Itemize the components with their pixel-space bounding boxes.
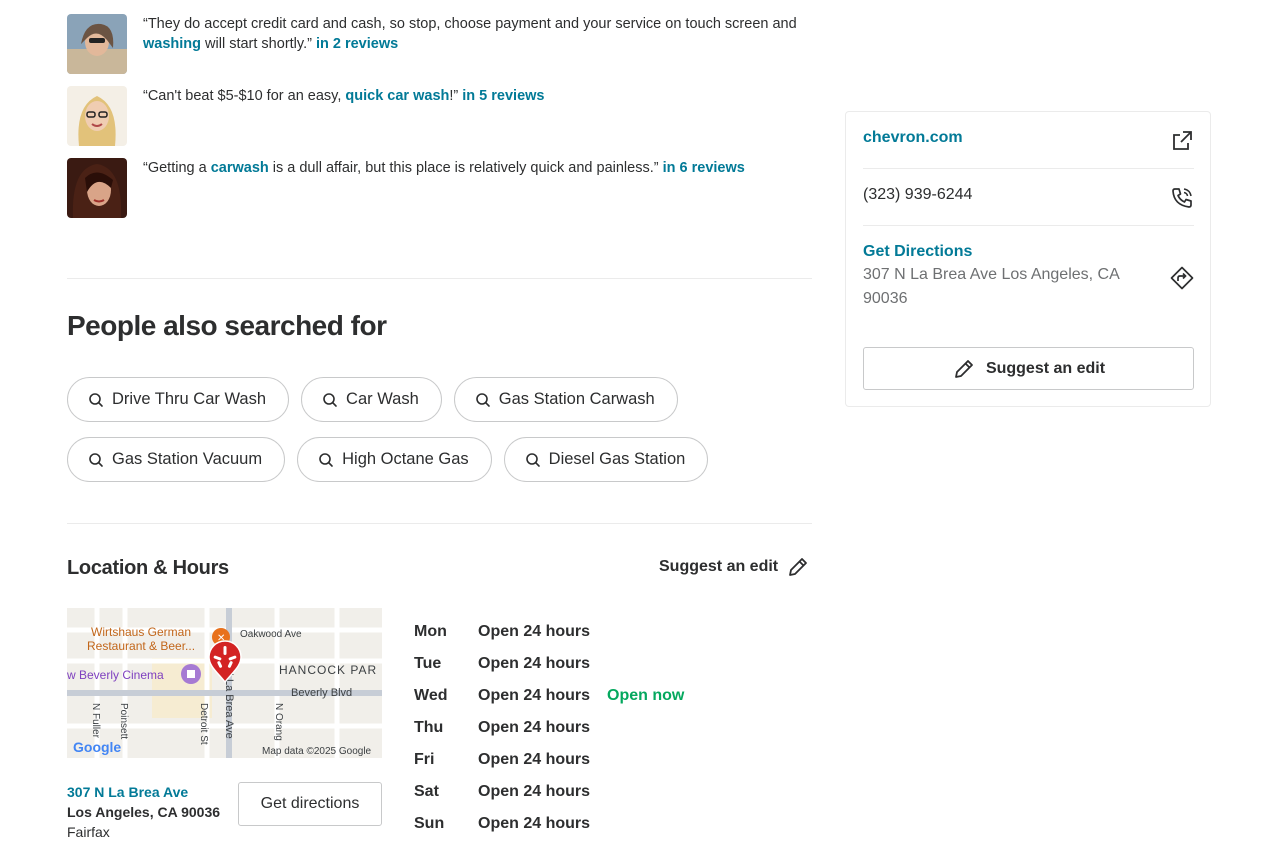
svg-text:Google: Google bbox=[73, 739, 121, 755]
review-keyword-link[interactable]: carwash bbox=[211, 160, 269, 176]
section-divider bbox=[67, 523, 812, 524]
hours-row: Sun Open 24 hours bbox=[414, 815, 591, 832]
hours-table: Mon Open 24 hours Tue Open 24 hours Wed Ope… bbox=[414, 616, 684, 840]
address-street-link[interactable]: 307 N La Brea Ave bbox=[67, 782, 220, 802]
search-chip[interactable]: Gas Station Carwash bbox=[453, 377, 678, 422]
search-icon bbox=[319, 452, 333, 467]
hours-row: Sat Open 24 hours bbox=[414, 783, 591, 800]
svg-text:Beverly Blvd: Beverly Blvd bbox=[291, 687, 352, 699]
reviewer-avatar[interactable] bbox=[67, 86, 127, 146]
svg-text:Poinsett: Poinsett bbox=[118, 703, 129, 739]
search-icon bbox=[475, 392, 490, 407]
location-map[interactable]: Wirtshaus German Restaurant & Beer... ✕ … bbox=[67, 608, 382, 758]
location-hours-title: Location & Hours bbox=[67, 557, 229, 579]
search-icon bbox=[89, 392, 103, 407]
hours-row: Fri Open 24 hours bbox=[414, 751, 591, 768]
review-keyword-link[interactable]: washing bbox=[143, 36, 201, 52]
svg-text:HANCOCK PAR: HANCOCK PAR bbox=[279, 663, 377, 677]
directions-row: Get Directions 307 N La Brea Ave Los Ang… bbox=[863, 243, 1194, 313]
review-keyword-link[interactable]: quick car wash bbox=[345, 88, 449, 104]
svg-text:Restaurant & Beer...: Restaurant & Beer... bbox=[87, 639, 195, 653]
address-city: Los Angeles, CA 90036 bbox=[67, 804, 221, 820]
review-highlight: “They do accept credit card and cash, so… bbox=[67, 14, 812, 74]
phone-icon[interactable] bbox=[1170, 186, 1194, 210]
search-icon bbox=[323, 392, 337, 407]
search-icon bbox=[89, 452, 103, 467]
review-quote: “They do accept credit card and cash, so… bbox=[143, 16, 797, 52]
people-also-searched-title: People also searched for bbox=[67, 310, 387, 341]
review-highlight: “Getting a carwash is a dull affair, but… bbox=[67, 158, 812, 218]
card-divider bbox=[863, 168, 1194, 169]
hours-row: Thu Open 24 hours bbox=[414, 719, 591, 736]
svg-text:N Fuller: N Fuller bbox=[90, 703, 101, 739]
suggest-edit-link[interactable]: Suggest an edit bbox=[659, 555, 810, 579]
reviewer-avatar[interactable] bbox=[67, 158, 127, 218]
search-icon bbox=[525, 452, 540, 467]
business-address: 307 N La Brea Ave Los Angeles, CA 90036 … bbox=[67, 782, 220, 842]
website-row: chevron.com bbox=[863, 129, 1194, 153]
svg-text:Oakwood Ave: Oakwood Ave bbox=[240, 629, 302, 640]
svg-text:Map data ©2025 Google: Map data ©2025 Google bbox=[262, 746, 372, 757]
pencil-icon bbox=[955, 359, 973, 378]
svg-text:N Orang: N Orang bbox=[273, 703, 284, 741]
review-highlight: “Can't beat $5-$10 for an easy, quick ca… bbox=[67, 86, 812, 146]
search-chip[interactable]: High Octane Gas bbox=[297, 437, 492, 482]
hours-row: Mon Open 24 hours bbox=[414, 623, 591, 640]
reviewer-avatar[interactable] bbox=[67, 14, 127, 74]
phone-row: (323) 939-6244 bbox=[863, 186, 1194, 210]
address-neighborhood: Fairfax bbox=[67, 824, 110, 840]
website-link[interactable]: chevron.com bbox=[863, 129, 963, 146]
search-chips-row: Drive Thru Car Wash Car Wash Gas Station… bbox=[67, 377, 678, 422]
section-divider bbox=[67, 278, 812, 279]
review-quote: “Can't beat $5-$10 for an easy, quick ca… bbox=[143, 88, 545, 104]
hours-row: Wed Open 24 hours Open now bbox=[414, 687, 685, 704]
svg-text:Detroit St: Detroit St bbox=[198, 703, 209, 745]
review-count-link[interactable]: in 5 reviews bbox=[462, 88, 544, 104]
review-count-link[interactable]: in 6 reviews bbox=[663, 160, 745, 176]
open-now-status: Open now bbox=[607, 687, 685, 704]
hours-row: Tue Open 24 hours bbox=[414, 655, 591, 672]
get-directions-link[interactable]: Get Directions bbox=[863, 243, 972, 260]
pencil-icon bbox=[789, 558, 808, 576]
search-chip[interactable]: Car Wash bbox=[301, 377, 442, 422]
svg-text:Wirtshaus German: Wirtshaus German bbox=[91, 625, 191, 639]
search-chip[interactable]: Gas Station Vacuum bbox=[67, 437, 286, 482]
review-quote: “Getting a carwash is a dull affair, but… bbox=[143, 160, 745, 176]
card-divider bbox=[863, 225, 1194, 226]
search-chip[interactable]: Diesel Gas Station bbox=[503, 437, 709, 482]
svg-text:w Beverly Cinema: w Beverly Cinema bbox=[67, 668, 164, 682]
review-count-link[interactable]: in 2 reviews bbox=[316, 36, 398, 52]
phone-number[interactable]: (323) 939-6244 bbox=[863, 186, 972, 203]
directions-icon[interactable] bbox=[1170, 266, 1194, 290]
suggest-edit-button[interactable]: Suggest an edit bbox=[863, 347, 1194, 390]
get-directions-button[interactable]: Get directions bbox=[238, 782, 382, 826]
sidebar-address: 307 N La Brea Ave Los Angeles, CA 90036 bbox=[863, 266, 1120, 307]
search-chips-row: Gas Station Vacuum High Octane Gas Diese… bbox=[67, 437, 709, 482]
search-chip[interactable]: Drive Thru Car Wash bbox=[67, 377, 290, 422]
business-info-card: chevron.com (323) 939-6244 Get Direction… bbox=[845, 111, 1211, 407]
external-link-icon[interactable] bbox=[1170, 129, 1194, 153]
